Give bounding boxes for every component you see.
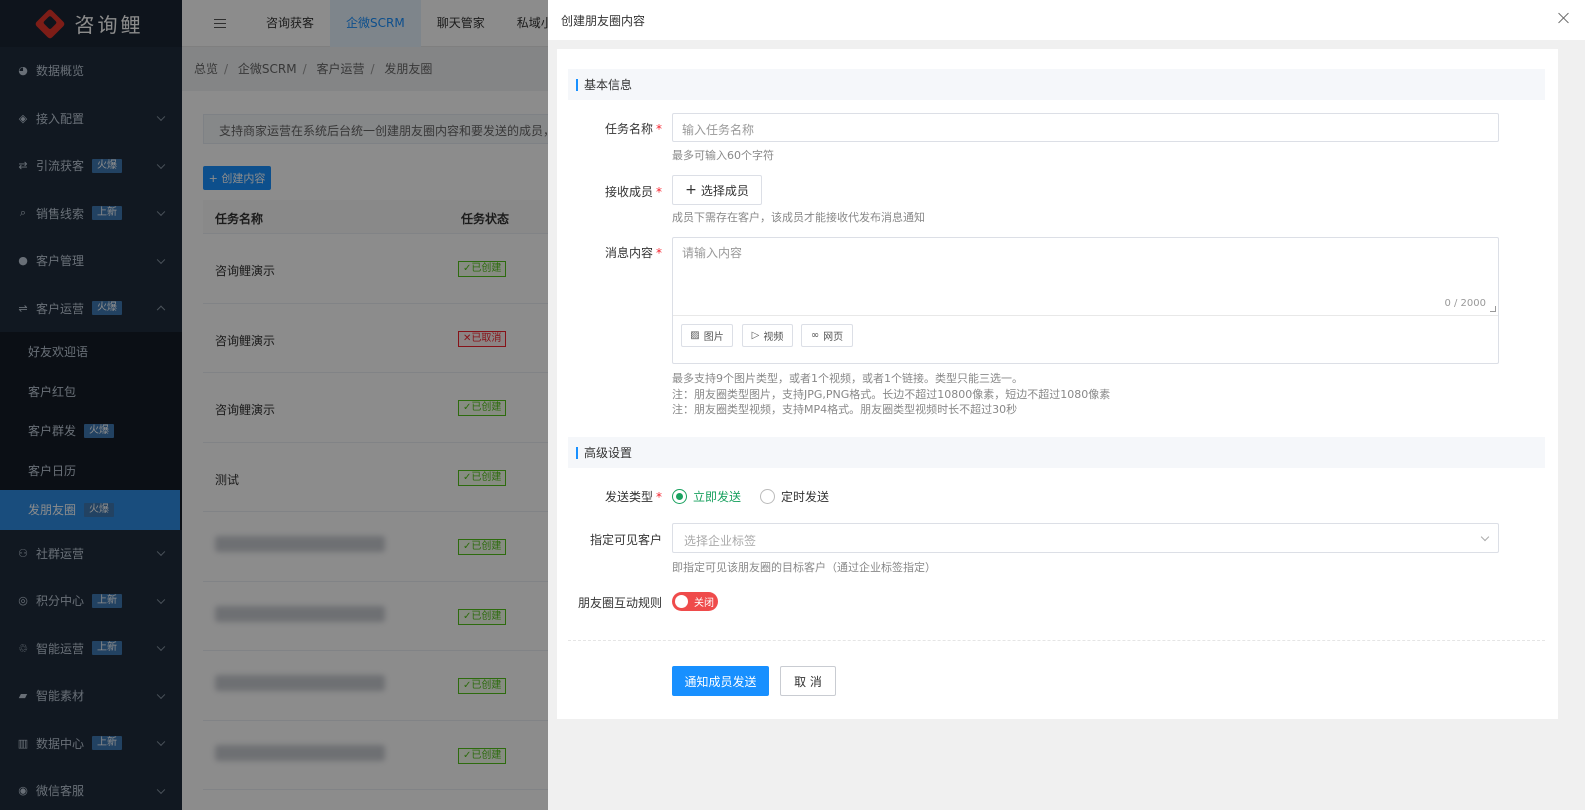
message-label: 消息内容 * xyxy=(604,246,662,260)
add-link-button[interactable]: ∞ 网页 xyxy=(801,324,853,347)
switch-label: 关闭 xyxy=(694,598,714,609)
media-hints: 最多支持9个图片类型，或者1个视频，或者1个链接。类型只能三选一。 注：朋友圈类… xyxy=(672,371,1110,418)
section-advanced: 高级设置 xyxy=(568,437,1545,468)
radio-label: 立即发送 xyxy=(693,490,742,504)
cancel-button[interactable]: 取 消 xyxy=(780,666,836,696)
chevron-down-icon xyxy=(1480,532,1490,542)
message-editor: 请输入内容 0 / 2000 ▨ 图片 ▷ 视频 ∞ 网页 xyxy=(672,237,1499,364)
radio-label: 定时发送 xyxy=(781,490,830,504)
char-counter: 0 / 2000 xyxy=(1444,298,1486,309)
add-video-button[interactable]: ▷ 视频 xyxy=(742,324,793,347)
interaction-rule-switch[interactable]: 关闭 xyxy=(672,592,718,611)
visible-hint: 即指定可见该朋友圈的目标客户（通过企业标签指定） xyxy=(672,561,936,574)
task-name-hint: 最多可输入60个字符 xyxy=(672,149,774,162)
link-icon: ∞ xyxy=(810,330,820,341)
video-icon: ▷ xyxy=(751,330,760,341)
task-name-input[interactable]: 输入任务名称 xyxy=(672,113,1499,142)
enterprise-tag-select[interactable]: 选择企业标签 xyxy=(672,523,1499,553)
select-members-button[interactable]: + 选择成员 xyxy=(672,175,762,205)
message-textarea[interactable]: 请输入内容 xyxy=(682,244,742,261)
interaction-rule-label: 朋友圈互动规则 xyxy=(577,596,662,610)
resize-handle-icon[interactable] xyxy=(1490,306,1496,312)
drawer-header: 创建朋友圈内容 xyxy=(548,0,1585,40)
section-title-text: 基本信息 xyxy=(584,78,633,92)
receiver-label: 接收成员 * xyxy=(604,185,662,199)
notify-send-button[interactable]: 通知成员发送 xyxy=(672,666,769,696)
section-title-text: 高级设置 xyxy=(584,446,633,460)
task-name-label: 任务名称 * xyxy=(604,122,662,136)
form-card: 基本信息 任务名称 * 输入任务名称 最多可输入60个字符 接收成员 * + 选择成… xyxy=(557,49,1558,719)
button-label: 选择成员 xyxy=(700,183,749,198)
hint-line: 注：朋友圈类型图片，支持JPG,PNG格式。长边不超过10800像素，短边不超过… xyxy=(672,387,1111,401)
divider xyxy=(673,315,1498,316)
switch-knob xyxy=(675,595,688,608)
plus-icon: + xyxy=(685,182,697,198)
visible-customers-label: 指定可见客户 xyxy=(589,533,662,547)
hint-line: 注：朋友圈类型视频，支持MP4格式。朋友圈类型视频时长不超过30秒 xyxy=(672,403,1018,416)
divider xyxy=(568,640,1545,641)
send-type-label: 发送类型 * xyxy=(604,490,662,504)
select-placeholder: 选择企业标签 xyxy=(684,534,757,548)
drawer-title: 创建朋友圈内容 xyxy=(561,13,646,28)
radio-send-now[interactable]: 立即发送 xyxy=(672,488,741,505)
radio-send-scheduled[interactable]: 定时发送 xyxy=(760,488,829,505)
radio-unchecked-icon xyxy=(760,489,775,504)
section-basic-info: 基本信息 xyxy=(568,69,1545,100)
add-image-button[interactable]: ▨ 图片 xyxy=(681,324,733,347)
image-icon: ▨ xyxy=(690,330,700,341)
close-icon[interactable] xyxy=(1558,12,1570,24)
create-moments-drawer: 创建朋友圈内容 基本信息 任务名称 * 输入任务名称 最多可输入60个字符 接收成… xyxy=(548,0,1585,810)
hint-line: 最多支持9个图片类型，或者1个视频，或者1个链接。类型只能三选一。 xyxy=(672,372,1023,385)
radio-checked-icon xyxy=(672,489,687,504)
receiver-hint: 成员下需存在客户，该成员才能接收代发布消息通知 xyxy=(672,211,925,224)
